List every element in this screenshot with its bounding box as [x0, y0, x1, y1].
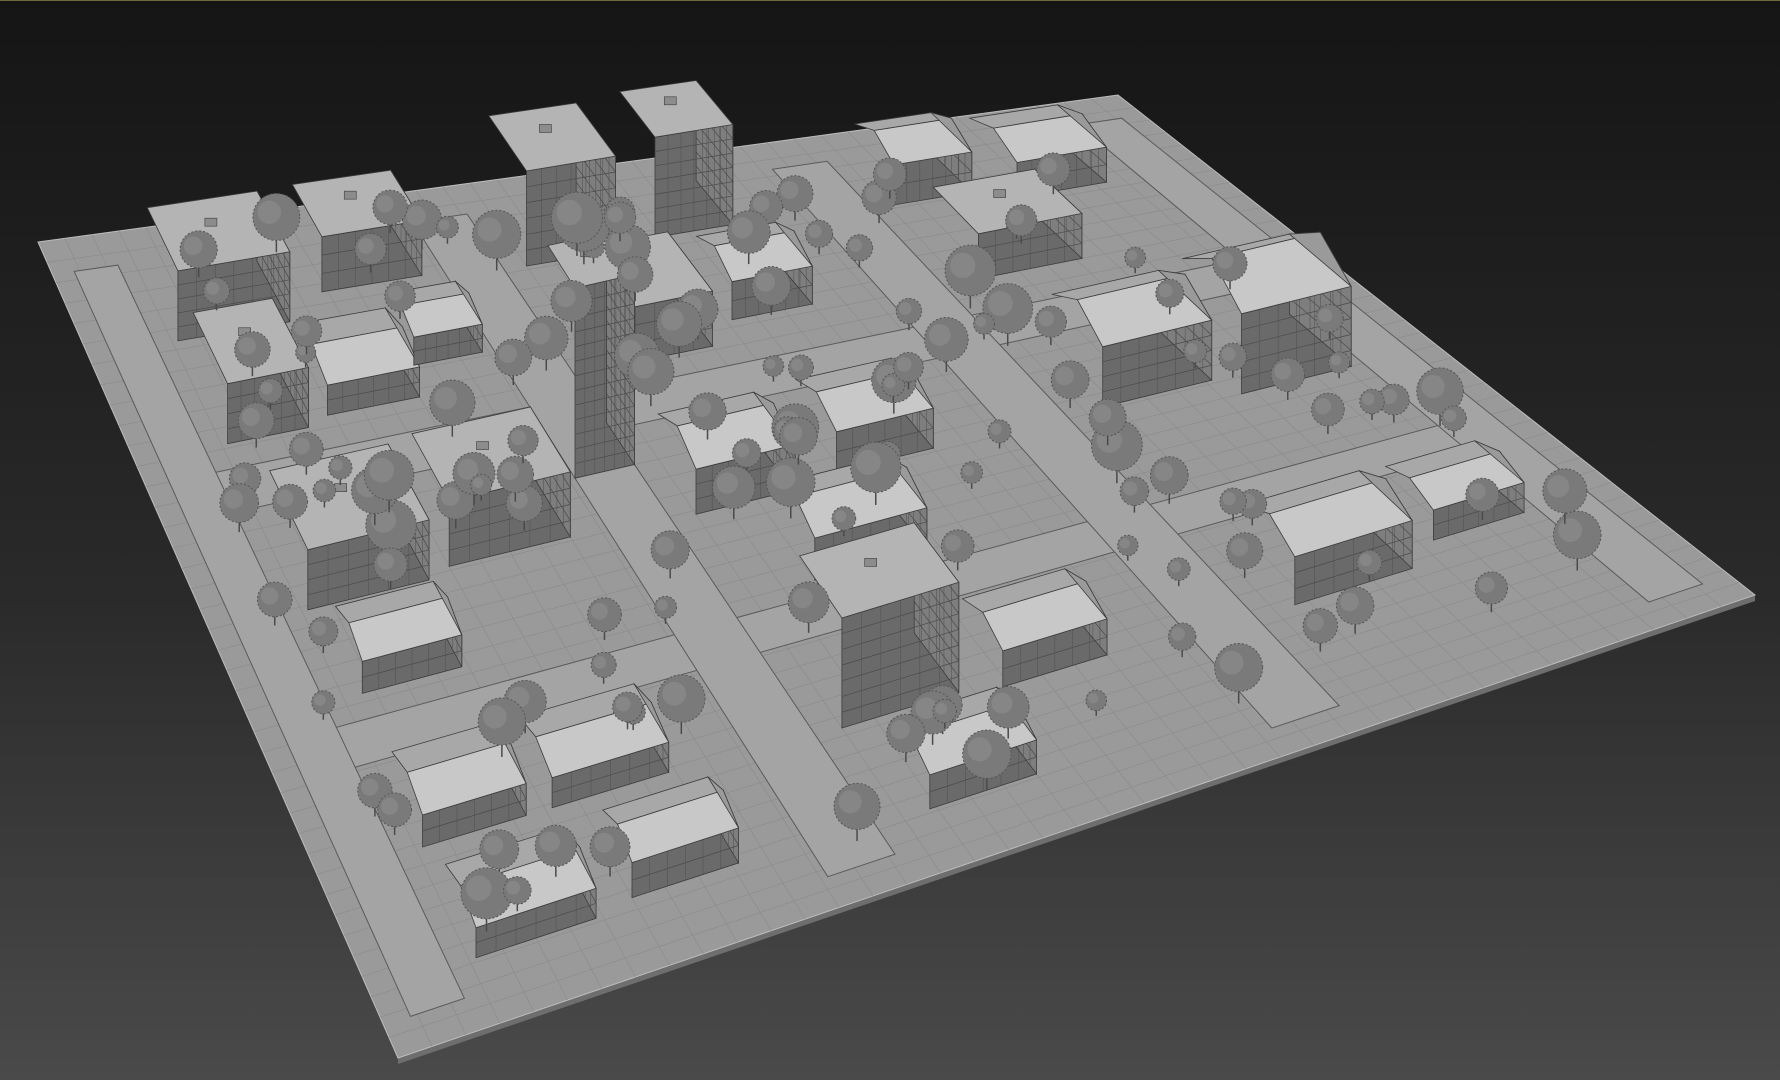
city-scene — [37, 79, 1757, 1064]
3d-viewport[interactable] — [0, 0, 1780, 1080]
